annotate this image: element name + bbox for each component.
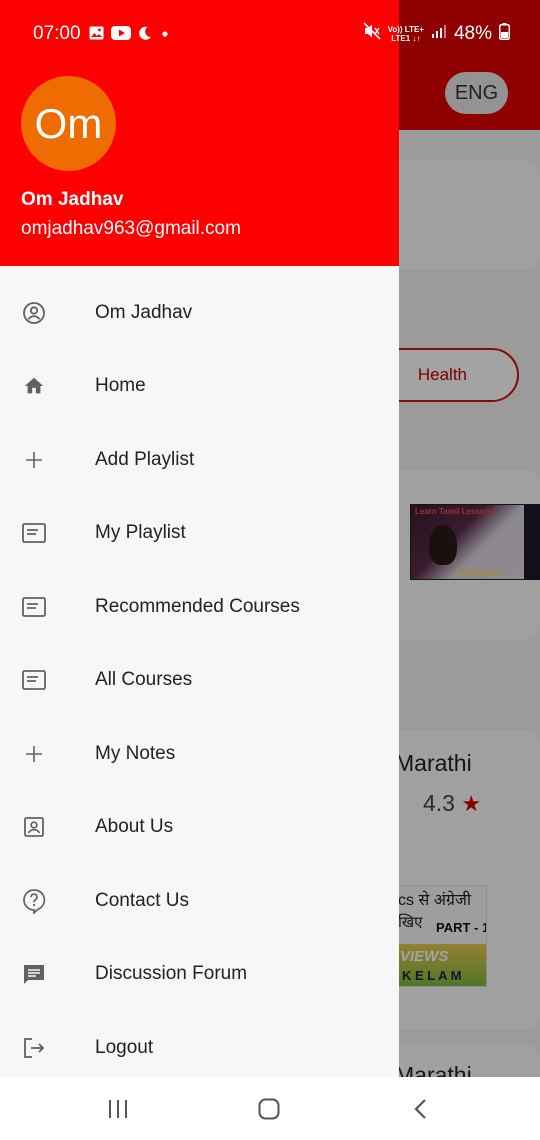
menu-item-label: Home [95, 375, 146, 397]
menu-item-my-playlist[interactable]: My Playlist [0, 497, 399, 571]
menu-item-home[interactable]: Home [0, 350, 399, 424]
status-notification-icons [89, 24, 171, 46]
menu-item-label: My Playlist [95, 522, 186, 544]
mute-icon [363, 22, 381, 46]
menu-item-label: Contact Us [95, 889, 189, 911]
user-name: Om Jadhav [21, 189, 124, 210]
youtube-icon [111, 24, 131, 46]
menu-item-label: Discussion Forum [95, 963, 248, 985]
list-box-icon [22, 521, 46, 545]
status-time: 07:00 [33, 23, 81, 44]
menu-item-label: My Notes [95, 742, 176, 764]
system-nav-bar [0, 1077, 540, 1140]
menu-item-profile[interactable]: Om Jadhav [0, 276, 399, 350]
navigation-drawer: Om Om Jadhav omjadhav963@gmail.com Om Ja… [0, 0, 399, 1077]
recent-apps-icon[interactable] [103, 1095, 133, 1123]
home-button-icon[interactable] [254, 1095, 284, 1123]
menu-item-recommended-courses[interactable]: Recommended Courses [0, 570, 399, 644]
menu-item-logout[interactable]: Logout [0, 1011, 399, 1077]
battery-icon [499, 22, 510, 46]
chat-icon [22, 962, 46, 986]
menu-item-label: Recommended Courses [95, 595, 300, 617]
menu-item-label: All Courses [95, 669, 193, 691]
plus-icon [22, 742, 46, 766]
menu-item-label: About Us [95, 816, 174, 838]
list-box-icon [22, 668, 46, 692]
dot-icon [159, 24, 171, 46]
menu-item-all-courses[interactable]: All Courses [0, 644, 399, 718]
network-type-icon: Vo)) LTE+ LTE1 ↓↑ [388, 25, 424, 43]
plus-icon [22, 448, 46, 472]
user-email: omjadhav963@gmail.com [21, 218, 241, 239]
account-circle-icon [22, 301, 46, 325]
contact-card-icon [22, 815, 46, 839]
battery-percent: 48% [453, 23, 492, 44]
menu-item-label: Logout [95, 1036, 154, 1058]
menu-item-add-playlist[interactable]: Add Playlist [0, 423, 399, 497]
back-icon[interactable] [406, 1095, 436, 1123]
status-bar: 07:00 Vo)) LTE+ LTE1 ↓↑ 48% [0, 0, 540, 66]
menu-item-my-notes[interactable]: My Notes [0, 717, 399, 791]
avatar[interactable]: Om [21, 76, 116, 171]
gallery-icon [89, 24, 104, 46]
menu-item-about-us[interactable]: About Us [0, 791, 399, 865]
moon-icon [138, 24, 152, 46]
network-label-top: Vo)) LTE+ [387, 25, 424, 34]
drawer-menu: Om Jadhav Home Add Playlist My Playlist … [0, 276, 399, 1077]
list-box-icon [22, 595, 46, 619]
network-label-bottom: LTE1 ↓↑ [391, 34, 421, 43]
menu-item-label: Om Jadhav [95, 301, 193, 323]
status-system-icons: Vo)) LTE+ LTE1 ↓↑ 48% [363, 22, 510, 46]
home-icon [22, 374, 46, 398]
logout-icon [22, 1036, 46, 1060]
signal-icon [431, 23, 447, 45]
menu-item-label: Add Playlist [95, 448, 195, 470]
menu-item-contact-us[interactable]: Contact Us [0, 864, 399, 938]
help-bubble-icon [22, 888, 46, 914]
menu-item-discussion-forum[interactable]: Discussion Forum [0, 938, 399, 1012]
